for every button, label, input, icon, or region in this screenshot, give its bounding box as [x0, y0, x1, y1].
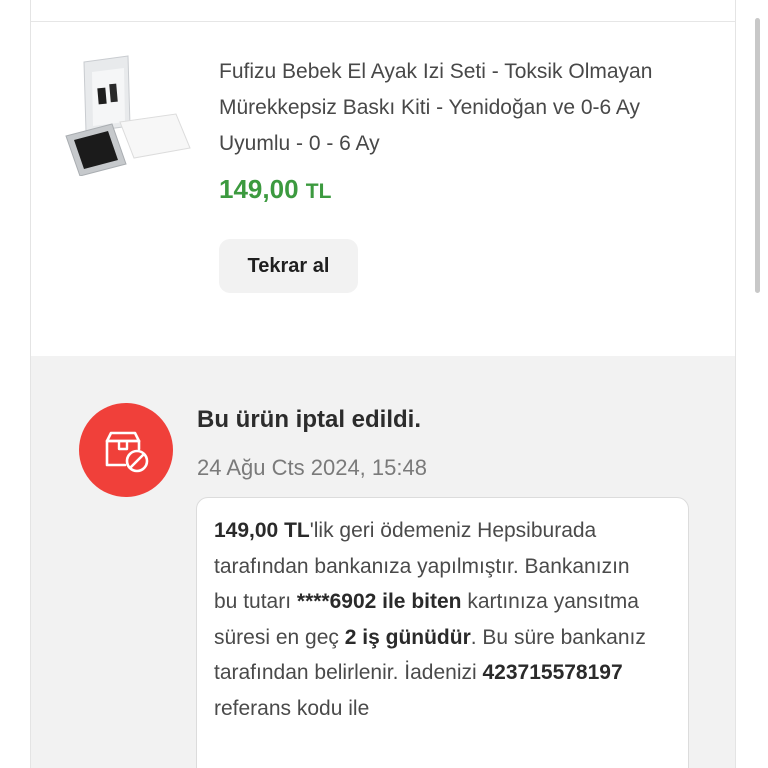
product-price: 149,00 TL [219, 174, 331, 205]
cancellation-title: Bu ürün iptal edildi. [197, 406, 421, 433]
cancellation-status-badge [79, 403, 173, 497]
reorder-button[interactable]: Tekrar al [219, 239, 358, 293]
refund-card: ****6902 ile biten [296, 590, 462, 613]
refund-info-box: 149,00 TL'lik geri ödemeniz Hepsiburada … [196, 497, 689, 768]
order-detail-page: Fufizu Bebek El Ayak Izi Seti - Toksik O… [0, 0, 768, 768]
refund-amount: 149,00 TL [214, 519, 310, 542]
price-currency: TL [305, 180, 332, 203]
divider [31, 21, 735, 22]
cancellation-date: 24 Ağu Cts 2024, 15:48 [197, 455, 427, 480]
price-amount: 149,00 [219, 174, 299, 204]
product-thumbnail[interactable] [58, 52, 192, 176]
cancelled-package-icon [105, 431, 149, 473]
product-title[interactable]: Fufizu Bebek El Ayak Izi Seti - Toksik O… [219, 54, 714, 162]
scrollbar[interactable] [755, 18, 760, 293]
refund-reference: 423715578197 [482, 661, 623, 684]
refund-days: 2 iş günüdür [344, 625, 471, 649]
refund-message: 149,00 TL'lik geri ödemeniz Hepsiburada … [214, 513, 654, 726]
refund-text-4: referans kodu ile [214, 696, 370, 720]
